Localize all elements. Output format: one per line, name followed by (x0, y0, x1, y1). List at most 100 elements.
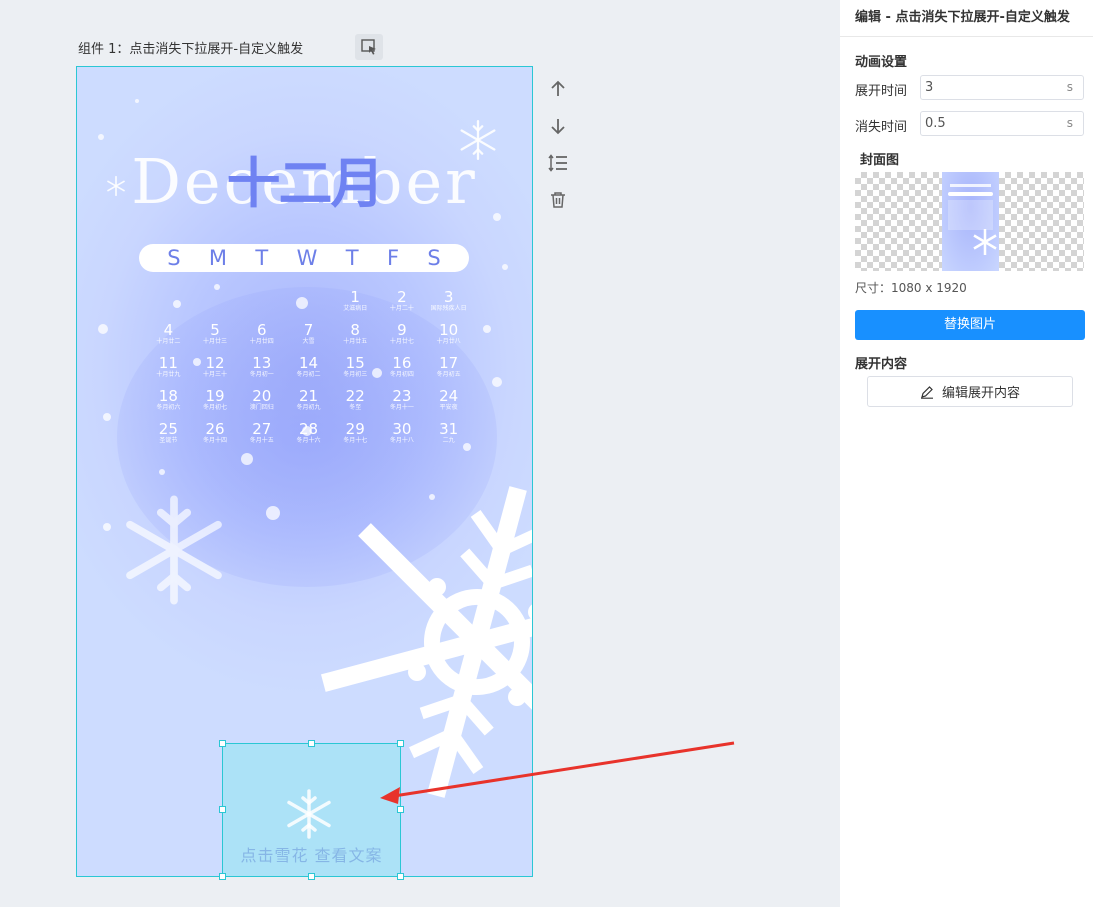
cover-thumbnail (942, 172, 999, 271)
arrow-up-icon (551, 80, 565, 96)
lunar-label: 十月廿八 (436, 338, 461, 345)
component-title: 组件 1：点击消失下拉展开-自定义触发 (78, 42, 304, 57)
resize-handle-s[interactable] (308, 873, 315, 880)
lunar-label: 冬月初七 (203, 404, 228, 411)
lunar-label: 十月廿二 (156, 338, 181, 345)
cover-image-preview[interactable] (855, 172, 1084, 271)
calendar-day-cell: 28 冬月十六 (285, 421, 332, 449)
content-section-title: 展开内容 (855, 357, 908, 372)
expand-time-label: 展开时间 (855, 84, 908, 99)
calendar-grid: 1 艾滋病日 2 十月二十 3 国际残疾人日 4 十月廿二 5 十月廿三 6 十月廿四 7 大雪 8 十月廿五… (145, 289, 472, 449)
calendar-day-cell: 15 冬月初三 (332, 355, 379, 383)
day-number: 5 (210, 321, 220, 339)
lunar-label: 十月廿七 (389, 338, 414, 345)
move-down-button[interactable] (546, 107, 570, 144)
resize-handle-nw[interactable] (219, 740, 226, 747)
day-number: 1 (350, 288, 360, 306)
cover-section-title: 封面图 (860, 153, 900, 168)
calendar-day-cell: 31 二九 (425, 421, 472, 449)
day-number: 2 (397, 288, 407, 306)
calendar-day-cell: 16 冬月初四 (379, 355, 426, 383)
lunar-label: 二九 (442, 437, 455, 444)
lunar-label: 澳门回归 (249, 404, 274, 411)
weekday-label: M (208, 246, 228, 270)
expand-time-input[interactable]: 3 s (920, 75, 1084, 100)
calendar-day-cell: 21 冬月初九 (285, 388, 332, 416)
arrow-down-icon (551, 118, 565, 134)
lunar-label: 国际残疾人日 (430, 305, 467, 312)
resize-handle-w[interactable] (219, 806, 226, 813)
calendar-day-cell: 22 冬至 (332, 388, 379, 416)
resize-handle-e[interactable] (397, 806, 404, 813)
lunar-label: 冬至 (349, 404, 362, 411)
weekday-label: W (296, 246, 318, 270)
calendar-day-cell: 18 冬月初六 (145, 388, 192, 416)
lunar-label: 冬月初四 (389, 371, 414, 378)
vanish-time-unit: s (1066, 116, 1073, 130)
calendar-day-cell (145, 289, 192, 317)
weekday-label: S (167, 246, 181, 270)
replace-image-button[interactable]: 替换图片 (855, 310, 1085, 340)
day-number: 15 (345, 354, 365, 372)
calendar-day-cell: 26 冬月十四 (192, 421, 239, 449)
lunar-label: 大雪 (302, 338, 315, 345)
day-number: 23 (392, 387, 412, 405)
day-number: 25 (158, 420, 178, 438)
animation-section-title: 动画设置 (855, 55, 908, 70)
calendar-day-cell: 14 冬月初二 (285, 355, 332, 383)
calendar-day-cell (192, 289, 239, 317)
lunar-label: 冬月十四 (203, 437, 228, 444)
calendar-day-cell: 27 冬月十五 (238, 421, 285, 449)
day-number: 7 (303, 321, 314, 339)
weekday-label: S (427, 246, 441, 270)
day-number: 8 (350, 321, 360, 339)
day-number: 29 (345, 420, 365, 438)
day-number: 22 (345, 387, 365, 405)
day-number: 18 (158, 387, 178, 405)
panel-header: 编辑 - 点击消失下拉展开-自定义触发 (840, 0, 1093, 37)
calendar-day-cell: 23 冬月十一 (379, 388, 426, 416)
day-number: 6 (257, 321, 267, 339)
lunar-label: 艾滋病日 (343, 305, 368, 312)
calendar-day-cell: 29 冬月十七 (332, 421, 379, 449)
lunar-label: 冬月初二 (296, 371, 321, 378)
day-number: 21 (298, 387, 319, 405)
delete-button[interactable] (546, 181, 570, 218)
resize-handle-sw[interactable] (219, 873, 226, 880)
day-number: 20 (252, 387, 272, 405)
weekday-label: F (386, 246, 400, 270)
lunar-label: 十月二十 (389, 305, 414, 312)
calendar-day-cell: 8 十月廿五 (332, 322, 379, 350)
lunar-label: 十月三十 (203, 371, 228, 378)
day-number: 19 (205, 387, 225, 405)
tap-hint-text: 点击雪花 查看文案 (240, 846, 383, 865)
lunar-label: 十月廿九 (156, 371, 181, 378)
day-number: 13 (252, 354, 272, 372)
select-tool-button[interactable] (355, 34, 383, 60)
resize-handle-n[interactable] (308, 740, 315, 747)
calendar-day-cell: 13 冬月初一 (238, 355, 285, 383)
resize-handle-se[interactable] (397, 873, 404, 880)
line-height-icon (548, 153, 567, 172)
weekday-label: T (255, 246, 269, 270)
layer-order-button[interactable] (546, 144, 570, 181)
calendar-day-cell: 1 艾滋病日 (332, 289, 379, 317)
edit-panel: 编辑 - 点击消失下拉展开-自定义触发 动画设置 展开时间 3 s 消失时间 0… (840, 0, 1093, 907)
lunar-label: 冬月初一 (249, 371, 274, 378)
trash-icon (551, 191, 565, 208)
month-chinese: 十二月 (226, 151, 385, 215)
snowflake-button-icon (287, 789, 331, 839)
calendar-day-cell: 12 十月三十 (192, 355, 239, 383)
day-number: 16 (392, 354, 412, 372)
lunar-label: 冬月初六 (156, 404, 181, 411)
day-number: 27 (252, 420, 272, 438)
calendar-day-cell: 11 十月廿九 (145, 355, 192, 383)
image-size-text: 尺寸：1080 x 1920 (855, 281, 967, 295)
vanish-time-input[interactable]: 0.5 s (920, 111, 1084, 136)
move-up-button[interactable] (546, 70, 570, 107)
day-number: 12 (205, 354, 225, 372)
calendar-day-cell: 2 十月二十 (379, 289, 426, 317)
vanish-time-label: 消失时间 (855, 120, 908, 135)
lunar-label: 冬月十五 (249, 437, 274, 444)
edit-content-button[interactable]: 编辑展开内容 (867, 376, 1073, 407)
